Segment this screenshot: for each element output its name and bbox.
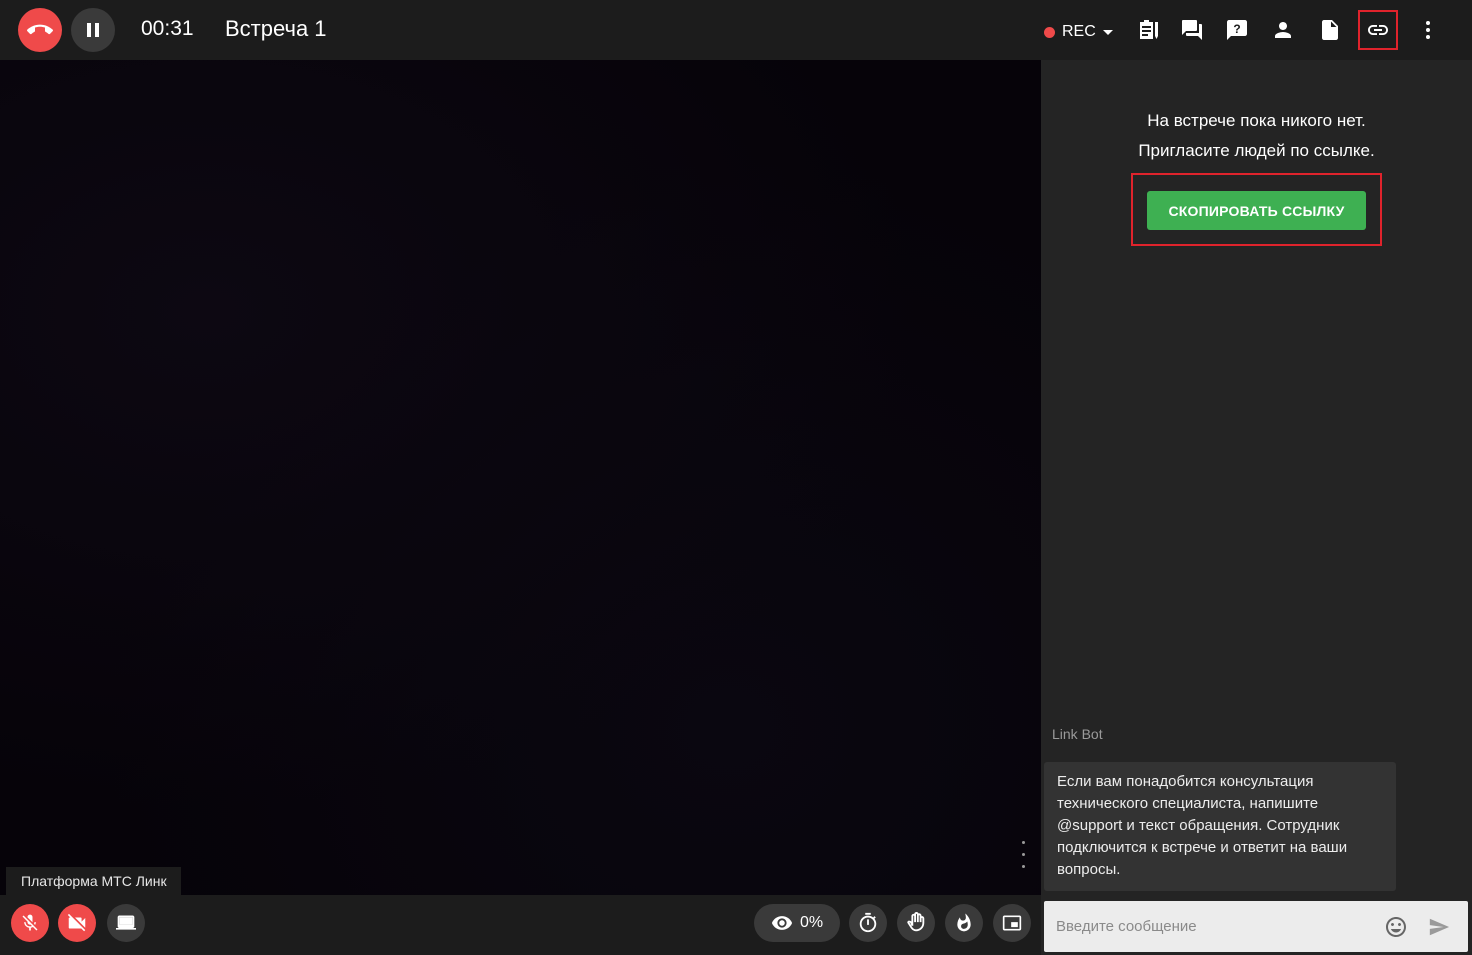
- link-button[interactable]: [1358, 10, 1398, 50]
- emoji-icon: [1386, 917, 1406, 937]
- meeting-title: Встреча 1: [225, 16, 327, 41]
- send-icon: [1429, 918, 1450, 936]
- viewers-percent: 0%: [799, 914, 824, 931]
- notes-button[interactable]: [1129, 10, 1169, 50]
- picture-in-picture-button[interactable]: [993, 904, 1031, 942]
- camera-toggle-button[interactable]: [58, 904, 96, 942]
- emoji-button[interactable]: [1384, 915, 1408, 939]
- microphone-off-icon: [22, 914, 38, 931]
- more-vertical-icon: [1426, 21, 1430, 39]
- message-input[interactable]: [1044, 901, 1374, 952]
- phone-hangup-icon: [27, 24, 53, 35]
- record-dropdown[interactable]: REC: [1044, 22, 1113, 42]
- help-icon: ?: [1227, 20, 1247, 40]
- chat-author-name: Link Bot: [1052, 726, 1103, 742]
- chat-message-bubble: Если вам понадобится консультация технич…: [1044, 762, 1396, 891]
- hand-icon: [907, 912, 925, 932]
- participants-button[interactable]: [1263, 10, 1303, 50]
- video-area: Платформа МТС Линк: [0, 60, 1041, 895]
- meeting-timer: 00:31: [141, 17, 194, 40]
- viewers-indicator[interactable]: 0%: [754, 904, 840, 942]
- empty-message-line-1: На встрече пока никого нет.: [1147, 111, 1366, 130]
- eye-icon: [771, 916, 793, 930]
- empty-message-line-2: Пригласите людей по ссылке.: [1138, 141, 1375, 160]
- camera-off-icon: [67, 913, 86, 932]
- stopwatch-icon: [859, 912, 877, 933]
- pause-icon: [87, 23, 99, 37]
- bottom-bar: 0%: [0, 895, 1041, 955]
- fire-icon: [957, 913, 971, 932]
- help-button[interactable]: ?: [1217, 10, 1257, 50]
- copy-link-button[interactable]: СКОПИРОВАТЬ ССЫЛКУ: [1147, 191, 1366, 230]
- message-composer: [1044, 901, 1468, 952]
- side-panel: На встрече пока никого нет. Пригласите л…: [1041, 60, 1472, 955]
- copy-link-highlight: СКОПИРОВАТЬ ССЫЛКУ: [1131, 173, 1382, 246]
- raise-hand-button[interactable]: [897, 904, 935, 942]
- svg-text:?: ?: [1233, 22, 1240, 36]
- send-button[interactable]: [1428, 916, 1452, 938]
- screen-share-icon: [116, 915, 136, 930]
- empty-meeting-message: На встрече пока никого нет. Пригласите л…: [1041, 106, 1472, 166]
- timer-button[interactable]: [849, 904, 887, 942]
- picture-in-picture-icon: [1002, 915, 1022, 931]
- screen-share-button[interactable]: [107, 904, 145, 942]
- link-icon: [1368, 25, 1388, 35]
- participants-icon: [1275, 22, 1291, 38]
- chat-icon: [1182, 20, 1202, 40]
- record-label: REC: [1062, 23, 1096, 40]
- reactions-button[interactable]: [945, 904, 983, 942]
- document-button[interactable]: [1310, 10, 1350, 50]
- chat-button[interactable]: [1172, 10, 1212, 50]
- document-icon: [1322, 20, 1338, 40]
- chevron-down-icon: [1102, 29, 1113, 35]
- top-bar: 00:31 Встреча 1 REC ?: [0, 0, 1472, 60]
- microphone-toggle-button[interactable]: [11, 904, 49, 942]
- record-dot-icon: [1044, 26, 1055, 38]
- video-options-icon[interactable]: [1021, 841, 1025, 881]
- pause-button[interactable]: [71, 8, 115, 52]
- more-menu-button[interactable]: [1408, 10, 1448, 50]
- notes-icon: [1140, 20, 1158, 39]
- hang-up-button[interactable]: [18, 8, 62, 52]
- video-participant-label: Платформа МТС Линк: [6, 867, 181, 895]
